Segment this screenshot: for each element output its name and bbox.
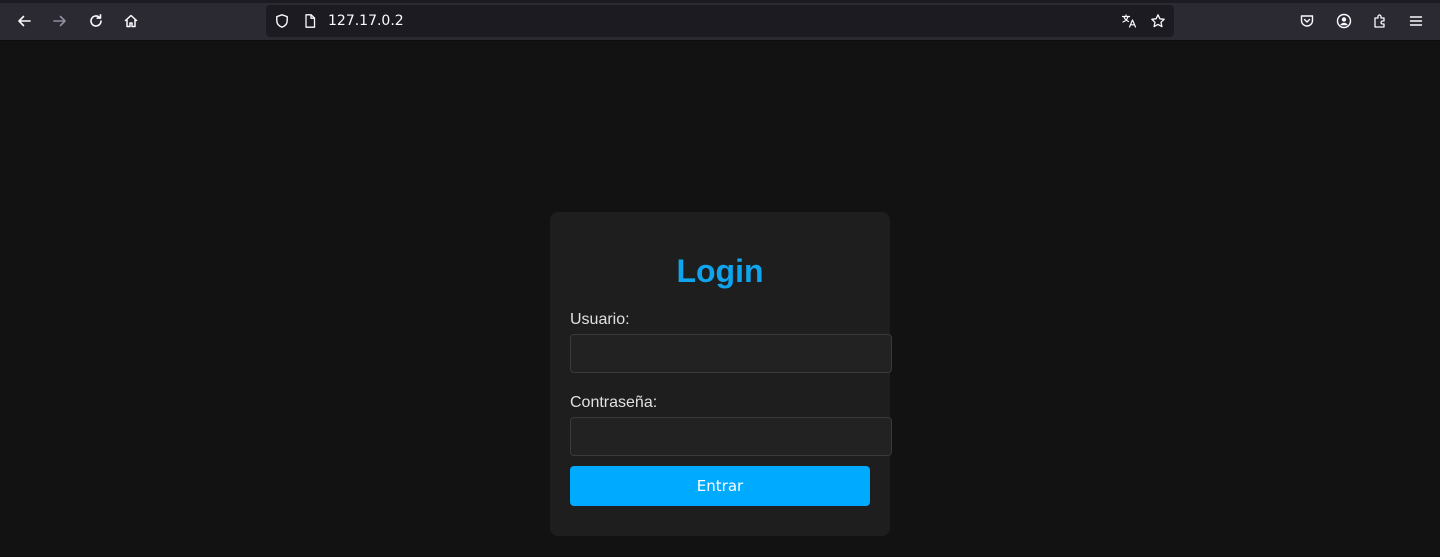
login-title: Login [676, 253, 764, 289]
url-text[interactable]: 127.17.0.2 [328, 13, 404, 29]
page-icon [302, 13, 318, 29]
username-input[interactable] [570, 334, 892, 373]
back-button[interactable] [10, 7, 38, 35]
menu-button[interactable] [1402, 7, 1430, 35]
pocket-button[interactable] [1293, 7, 1321, 35]
username-label: Usuario: [570, 311, 630, 328]
address-bar[interactable]: 127.17.0.2 [266, 5, 1174, 37]
tracking-shield-icon[interactable] [274, 13, 290, 29]
reload-icon [90, 14, 102, 27]
forward-button[interactable] [46, 7, 74, 35]
star-icon[interactable] [1150, 13, 1166, 29]
hamburger-menu-icon [1409, 16, 1423, 26]
account-button[interactable] [1330, 7, 1358, 35]
extensions-icon [1374, 14, 1385, 28]
home-icon [124, 14, 138, 28]
browser-toolbar: 127.17.0.2 [0, 0, 1440, 41]
home-button[interactable] [117, 7, 145, 35]
translate-icon[interactable] [1121, 13, 1137, 29]
account-icon [1336, 13, 1352, 29]
password-input[interactable] [570, 417, 892, 456]
password-label: Contraseña: [570, 394, 658, 411]
extensions-button[interactable] [1366, 7, 1394, 35]
back-arrow-icon [18, 15, 31, 27]
reload-button[interactable] [82, 7, 110, 35]
forward-arrow-icon [53, 15, 66, 27]
login-submit-button[interactable]: Entrar [570, 466, 870, 506]
pocket-icon [1300, 15, 1314, 27]
